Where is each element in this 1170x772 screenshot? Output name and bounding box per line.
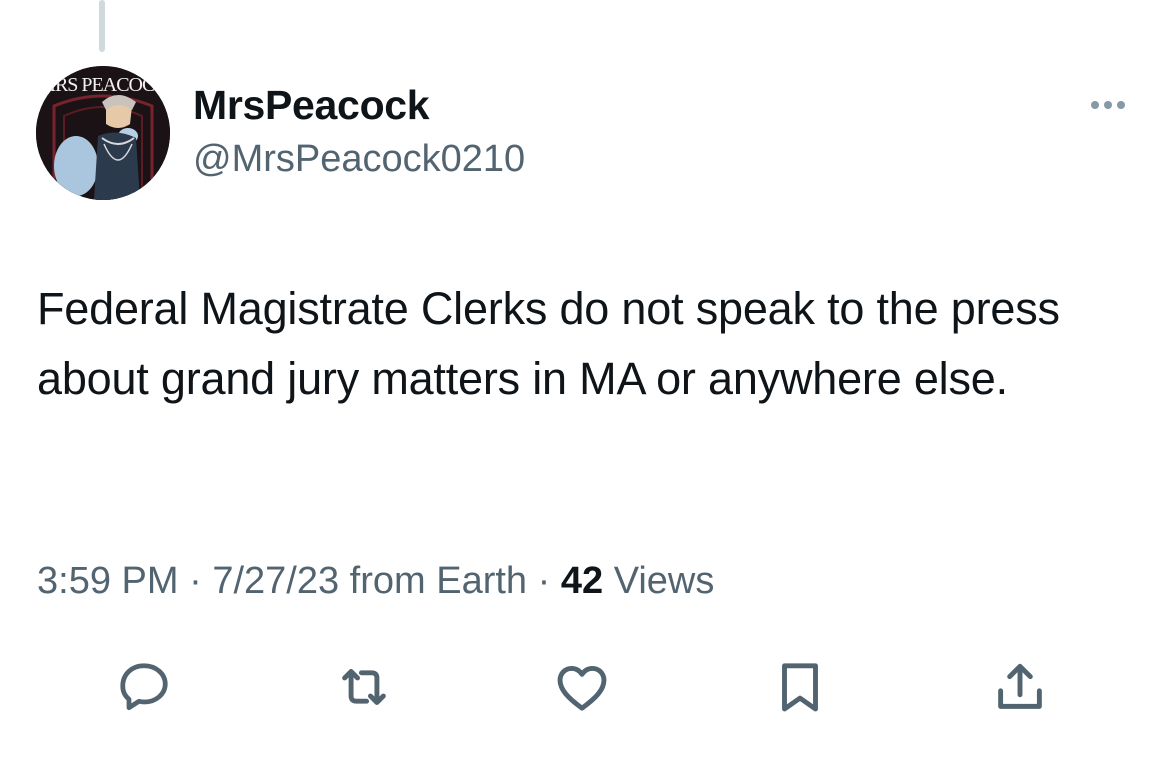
tweet-time[interactable]: 3:59 PM bbox=[37, 560, 179, 602]
share-button[interactable] bbox=[985, 652, 1055, 722]
avatar[interactable]: MRS PEACOCK bbox=[36, 66, 170, 200]
reply-button[interactable] bbox=[109, 652, 179, 722]
heart-icon bbox=[557, 665, 607, 711]
like-button[interactable] bbox=[547, 652, 617, 722]
more-options-button[interactable] bbox=[1082, 92, 1134, 118]
views-label[interactable]: Views bbox=[614, 560, 715, 602]
reply-icon bbox=[120, 663, 168, 711]
meta-separator: · bbox=[189, 560, 202, 602]
bookmark-icon bbox=[782, 663, 818, 712]
tweet-meta: 3:59 PM · 7/27/23 from Earth · 42 Views bbox=[37, 560, 714, 603]
bookmark-button[interactable] bbox=[765, 652, 835, 722]
retweet-icon bbox=[342, 669, 386, 705]
tweet-source: from Earth bbox=[349, 560, 528, 602]
user-handle[interactable]: @MrsPeacock0210 bbox=[193, 138, 525, 181]
more-dot-icon bbox=[1091, 101, 1099, 109]
tweet-text: Federal Magistrate Clerks do not speak t… bbox=[37, 283, 1060, 404]
action-bar bbox=[0, 652, 1170, 722]
retweet-button[interactable] bbox=[329, 652, 399, 722]
views-count[interactable]: 42 bbox=[561, 560, 603, 602]
display-name[interactable]: MrsPeacock bbox=[193, 82, 430, 129]
thread-connector-line bbox=[99, 0, 105, 52]
meta-separator: · bbox=[537, 560, 551, 602]
tweet-date[interactable]: 7/27/23 bbox=[212, 560, 339, 602]
more-dot-icon bbox=[1104, 101, 1112, 109]
more-dot-icon bbox=[1117, 101, 1125, 109]
share-icon bbox=[998, 663, 1042, 709]
avatar-text: MRS PEACOCK bbox=[38, 74, 169, 96]
